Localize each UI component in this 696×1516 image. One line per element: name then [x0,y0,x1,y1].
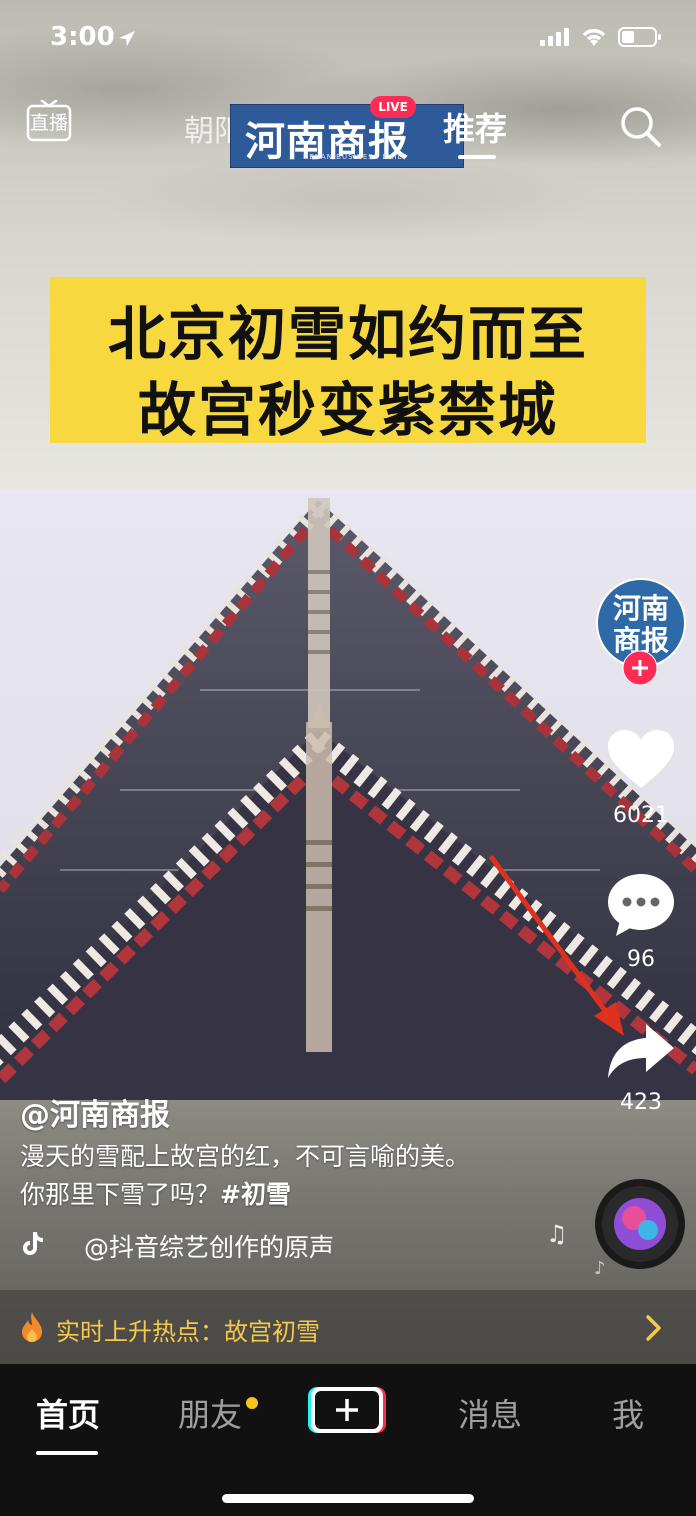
live-entry-label: 直播 [29,112,68,134]
chevron-right-icon[interactable] [644,1314,664,1342]
author-handle[interactable]: @河南商报 [20,1090,170,1134]
music-note-icon: ♪ [594,1258,606,1279]
music-disc[interactable] [594,1178,686,1270]
home-indicator[interactable] [222,1494,474,1503]
share-button[interactable] [606,1022,676,1080]
flame-icon [20,1311,44,1343]
search-icon[interactable] [618,104,662,148]
share-count: 423 [620,1090,662,1115]
plus-icon [622,650,658,686]
share-arrow-icon [608,1024,674,1078]
tab-recommend[interactable]: 推荐 [443,104,507,150]
active-tab-underline [36,1451,98,1455]
status-indicators [540,26,662,48]
title-line-2: 故宫秒变紫禁城 [137,376,558,444]
brand-watermark-banner: 河南商报 HENAN BUSINESS DAILY [230,104,464,168]
brand-banner-subtitle: HENAN BUSINESS DAILY [303,153,407,161]
music-note-icon: ♫ [546,1220,568,1248]
title-line-1: 北京初雪如约而至 [107,300,588,368]
live-entry-button[interactable]: 直播 [26,100,72,144]
video-caption: 漫天的雪配上故宫的红，不可言喻的美。你那里下雪了吗？#初雪 [20,1138,490,1214]
vinyl-record-icon [595,1179,685,1269]
follow-button[interactable] [622,650,658,686]
tab-friends[interactable]: 朋友 [178,1390,242,1436]
caption-hashtag[interactable]: #初雪 [220,1180,291,1209]
music-source-label[interactable]: @抖音综艺创作的原声 [84,1228,334,1264]
hot-topic-label[interactable]: 实时上升热点：故宫初雪 [56,1312,320,1347]
live-badge[interactable]: LIVE [370,96,416,118]
like-count: 6021 [613,803,669,828]
annotation-arrow [486,852,636,1042]
battery-icon [618,27,661,47]
video-title-card: 北京初雪如约而至 故宫秒变紫禁城 [50,277,646,444]
cellular-signal-icon [540,28,569,46]
tab-home[interactable]: 首页 [36,1390,100,1436]
like-button[interactable] [606,728,676,792]
tab-me[interactable]: 我 [612,1390,644,1436]
active-tab-indicator [458,155,496,159]
heart-icon [608,730,674,788]
status-time: 3:00 [50,22,115,52]
location-arrow-icon [118,30,136,48]
avatar-text-top: 河南 [613,592,669,625]
create-video-button[interactable] [306,1384,388,1436]
notification-dot [246,1397,258,1409]
tiktok-logo-icon [20,1230,44,1256]
wifi-icon [582,29,606,46]
tab-inbox[interactable]: 消息 [458,1390,522,1436]
